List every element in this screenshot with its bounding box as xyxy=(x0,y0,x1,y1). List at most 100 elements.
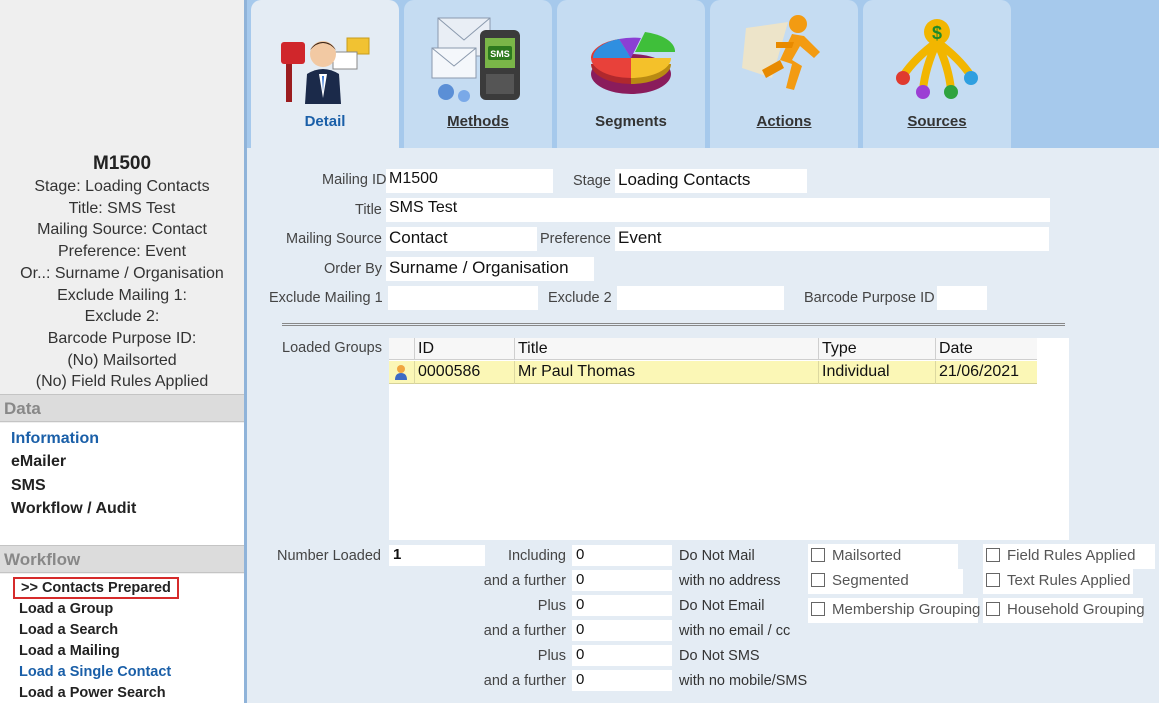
table-row[interactable]: 0000586 Mr Paul Thomas Individual 21/06/… xyxy=(389,361,1037,384)
nav-sms[interactable]: SMS xyxy=(0,474,244,497)
summary-preference: Preference: Event xyxy=(57,243,187,261)
grid-header: ID Title Type Date xyxy=(389,338,1037,360)
segmented-checkbox[interactable]: Segmented xyxy=(808,569,963,594)
tab-detail-label: Detail xyxy=(304,113,346,130)
cell-id: 0000586 xyxy=(414,361,514,384)
tab-actions-label: Actions xyxy=(756,113,812,130)
column-header-id[interactable]: ID xyxy=(414,338,514,360)
mailing-code: M1500 xyxy=(92,153,152,174)
cell-type: Individual xyxy=(818,361,935,384)
data-section: Information eMailer SMS Workflow / Audit xyxy=(0,423,244,545)
count-desc-1: Do Not Mail xyxy=(679,548,755,564)
order-by-field[interactable]: Surname / Organisation xyxy=(386,257,594,281)
workflow-section-heading: Workflow xyxy=(0,545,244,573)
membership-grouping-label: Membership Grouping xyxy=(832,601,981,618)
tab-sources[interactable]: $ Sources xyxy=(863,0,1011,148)
count-value-3: 0 xyxy=(572,595,672,616)
count-label-3: Plus xyxy=(537,598,566,614)
workflow-contacts-prepared[interactable]: >> Contacts Prepared xyxy=(13,577,179,599)
count-desc-5: Do Not SMS xyxy=(679,648,760,664)
workflow-load-group[interactable]: Load a Group xyxy=(0,599,244,620)
exclude-2-field[interactable] xyxy=(617,286,784,310)
field-rules-applied-label: Field Rules Applied xyxy=(1007,547,1136,564)
data-section-heading: Data xyxy=(0,394,244,422)
running-man-icon xyxy=(742,15,820,90)
right-panel: Detail SMS Methods Segments Actions $ So… xyxy=(244,0,1159,703)
count-value-5: 0 xyxy=(572,645,672,666)
membership-grouping-checkbox[interactable]: Membership Grouping xyxy=(808,598,981,623)
preference-field[interactable]: Event xyxy=(615,227,1049,251)
field-rules-applied-checkbox[interactable]: Field Rules Applied xyxy=(983,544,1155,569)
person-icon xyxy=(393,364,409,381)
summary-mailing-source: Mailing Source: Contact xyxy=(37,221,207,239)
svg-text:SMS: SMS xyxy=(490,49,510,59)
title-field[interactable]: SMS Test xyxy=(386,198,1050,222)
tab-detail[interactable]: Detail xyxy=(251,0,399,150)
column-header-date[interactable]: Date xyxy=(935,338,1037,360)
summary-stage: Stage: Loading Contacts xyxy=(34,178,210,195)
loaded-groups-grid[interactable]: ID Title Type Date 0000586 Mr Paul Thoma… xyxy=(389,338,1069,540)
column-header-title[interactable]: Title xyxy=(514,338,818,360)
workflow-load-mailing[interactable]: Load a Mailing xyxy=(0,641,244,662)
tab-segments[interactable]: Segments xyxy=(557,0,705,148)
count-desc-6: with no mobile/SMS xyxy=(679,673,808,689)
nav-workflow-audit[interactable]: Workflow / Audit xyxy=(0,497,244,520)
count-label-6: and a further xyxy=(483,673,566,689)
mailing-id-label: Mailing ID xyxy=(322,172,387,188)
exclude-2-label: Exclude 2 xyxy=(548,290,612,306)
mailing-source-label: Mailing Source xyxy=(286,231,382,247)
count-label-2: and a further xyxy=(483,573,566,589)
workflow-load-search[interactable]: Load a Search xyxy=(0,620,244,641)
count-label-4: and a further xyxy=(483,623,566,639)
workflow-load-power-search[interactable]: Load a Power Search xyxy=(0,683,244,704)
money-tree-icon: $ xyxy=(896,19,978,99)
segmented-label: Segmented xyxy=(832,572,909,589)
tab-actions[interactable]: Actions xyxy=(710,0,858,148)
summary-order-by: Or..: Surname / Organisation xyxy=(20,264,224,282)
svg-text:$: $ xyxy=(932,23,942,43)
loaded-groups-label: Loaded Groups xyxy=(282,340,382,356)
summary-barcode-purpose: Barcode Purpose ID: xyxy=(47,329,197,347)
household-grouping-checkbox[interactable]: Household Grouping xyxy=(983,598,1145,623)
mailsorted-label: Mailsorted xyxy=(832,547,902,564)
household-grouping-label: Household Grouping xyxy=(1007,601,1145,618)
summary-exclude-mailing-1: Exclude Mailing 1: xyxy=(57,286,187,304)
tab-sources-label: Sources xyxy=(907,113,967,130)
mailing-id-field[interactable]: M1500 xyxy=(386,169,553,193)
mailbox-person-icon xyxy=(281,37,370,104)
order-by-label: Order By xyxy=(324,261,383,277)
tab-methods[interactable]: SMS Methods xyxy=(404,0,552,148)
workflow-section: >> Contacts Prepared Load a Group Load a… xyxy=(0,574,244,703)
exclude-mailing-1-field[interactable] xyxy=(388,286,538,310)
workflow-load-single-contact[interactable]: Load a Single Contact xyxy=(0,662,244,683)
stage-label: Stage xyxy=(573,173,611,189)
count-value-4: 0 xyxy=(572,620,672,641)
text-rules-applied-checkbox[interactable]: Text Rules Applied xyxy=(983,569,1133,594)
preference-label: Preference xyxy=(540,231,611,247)
mailing-source-field[interactable]: Contact xyxy=(386,227,537,251)
mailing-summary: M1500 Stage: Loading Contacts Title: SMS… xyxy=(0,152,244,393)
count-value-6: 0 xyxy=(572,670,672,691)
column-header-type[interactable]: Type xyxy=(818,338,935,360)
mailsorted-checkbox[interactable]: Mailsorted xyxy=(808,544,958,569)
stage-field[interactable]: Loading Contacts xyxy=(615,169,807,193)
detail-form: Mailing ID M1500 Stage Loading Contacts … xyxy=(247,148,1159,703)
left-panel: M1500 Stage: Loading Contacts Title: SMS… xyxy=(0,0,244,703)
barcode-purpose-id-field[interactable] xyxy=(937,286,987,310)
title-label: Title xyxy=(355,202,382,218)
number-loaded-label: Number Loaded xyxy=(277,548,381,564)
summary-mailsorted: (No) Mailsorted xyxy=(67,351,177,369)
summary-field-rules: (No) Field Rules Applied xyxy=(35,373,209,391)
section-divider xyxy=(282,323,1065,326)
tab-segments-label: Segments xyxy=(595,113,667,130)
summary-exclude-2: Exclude 2: xyxy=(84,308,160,326)
text-rules-applied-label: Text Rules Applied xyxy=(1007,572,1131,589)
cell-title: Mr Paul Thomas xyxy=(514,361,818,384)
summary-title: Title: SMS Test xyxy=(68,199,176,217)
email-sms-icon: SMS xyxy=(431,17,520,102)
nav-information[interactable]: Information xyxy=(0,427,244,450)
count-label-5: Plus xyxy=(537,648,566,664)
nav-emailer[interactable]: eMailer xyxy=(0,450,244,473)
count-desc-3: Do Not Email xyxy=(679,598,765,614)
barcode-purpose-id-label: Barcode Purpose ID xyxy=(804,290,935,306)
